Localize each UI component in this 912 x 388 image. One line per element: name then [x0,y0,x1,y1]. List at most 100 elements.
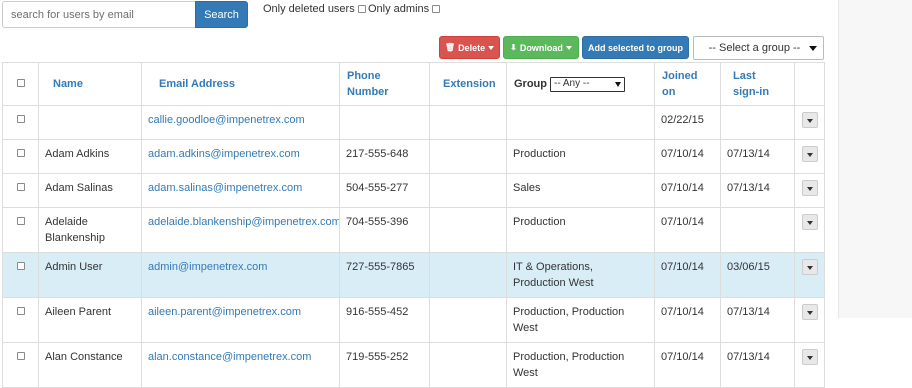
group-filter-select[interactable]: -- Any -- [550,76,625,92]
user-joined: 07/10/14 [654,297,721,343]
user-email-link[interactable]: alan.constance@impenetrex.com [148,351,311,363]
only-admins-checkbox[interactable] [432,5,441,13]
delete-label: Delete [458,42,486,53]
actions-column-header [794,62,825,106]
row-actions-button[interactable] [801,259,818,275]
user-last-sign-in: 03/06/15 [720,252,795,298]
joined-column-header[interactable]: Joined on [654,62,721,106]
user-group: IT & Operations, Production West [506,252,655,298]
table-row: Adelaide Blankenship adelaide.blankenshi… [2,207,825,253]
group-filter-value: -- Any -- [554,78,590,89]
user-name: Admin User [38,252,142,298]
user-name: Adam Adkins [38,139,142,174]
select-all-header [2,62,39,106]
user-last-sign-in: 07/13/14 [720,173,795,208]
user-last-sign-in: 07/13/14 [720,342,795,388]
user-email-link[interactable]: aileen.parent@impenetrex.com [148,306,301,318]
user-last-sign-in: 07/13/14 [720,297,795,343]
row-checkbox[interactable] [16,307,25,315]
user-phone: 217-555-648 [339,139,430,174]
user-phone: 504-555-277 [339,173,430,208]
row-actions-button[interactable] [801,180,818,196]
user-joined: 07/10/14 [654,252,721,298]
row-actions-button[interactable] [801,112,818,128]
download-label: Download [519,42,563,53]
only-deleted-label: Only deleted users [263,3,355,15]
user-email-link[interactable]: adam.adkins@impenetrex.com [148,148,300,160]
only-deleted-checkbox[interactable] [357,5,366,13]
row-actions-button[interactable] [801,349,818,365]
name-column-header[interactable]: Name [38,62,142,106]
user-group: Production, Production West [506,297,655,343]
group-column-label: Group [514,78,547,90]
user-last-sign-in [720,105,795,140]
user-extension [429,105,507,140]
table-row: callie.goodloe@impenetrex.com 02/22/15 [2,105,825,140]
user-phone [339,105,430,140]
email-column-header[interactable]: Email Address [141,62,340,106]
trash-icon: 🗑 [444,43,456,52]
user-group [506,105,655,140]
user-joined: 07/10/14 [654,207,721,253]
user-last-sign-in: 07/13/14 [720,139,795,174]
chevron-down-icon [565,45,572,50]
row-checkbox[interactable] [16,149,25,157]
select-all-checkbox[interactable] [16,79,25,87]
user-email-link[interactable]: adelaide.blankenship@impenetrex.com [148,216,339,228]
group-select-value: -- Select a group -- [708,42,801,54]
search-input[interactable] [2,1,196,28]
user-email-link[interactable]: callie.goodloe@impenetrex.com [148,114,305,126]
user-joined: 07/10/14 [654,139,721,174]
user-group: Production [506,207,655,253]
user-extension [429,139,507,174]
user-joined: 02/22/15 [654,105,721,140]
user-phone: 704-555-396 [339,207,430,253]
add-selected-to-group-button[interactable]: Add selected to group [582,36,689,59]
extension-column-header[interactable]: Extension [429,62,507,106]
download-button[interactable]: ⬇ Download [503,36,579,59]
user-email-link[interactable]: admin@impenetrex.com [148,261,267,273]
user-name: Adelaide Blankenship [38,207,142,253]
user-extension [429,342,507,388]
user-extension [429,207,507,253]
chevron-down-icon [488,45,495,50]
table-row: Adam Salinas adam.salinas@impenetrex.com… [2,173,825,208]
row-checkbox[interactable] [16,115,25,123]
user-group: Production [506,139,655,174]
group-select[interactable]: -- Select a group -- [693,36,824,60]
users-table: Name Email Address Phone Number Extensio… [2,62,825,388]
table-header-row: Name Email Address Phone Number Extensio… [2,62,825,106]
table-row: Admin User admin@impenetrex.com 727-555-… [2,252,825,298]
only-deleted-filter[interactable]: Only deleted users [263,3,366,15]
table-row: Adam Adkins adam.adkins@impenetrex.com 2… [2,139,825,174]
search-button[interactable]: Search [195,1,248,28]
phone-column-header[interactable]: Phone Number [339,62,430,106]
user-group: Sales [506,173,655,208]
row-checkbox[interactable] [16,352,25,360]
page-side-gutter [838,0,912,318]
row-actions-button[interactable] [801,146,818,162]
row-checkbox[interactable] [16,183,25,191]
user-joined: 07/10/14 [654,173,721,208]
group-column-header: Group -- Any -- [506,62,655,106]
user-group: Production, Production West [506,342,655,388]
user-joined: 07/10/14 [654,342,721,388]
chevron-down-icon [615,81,621,87]
user-phone: 916-555-452 [339,297,430,343]
user-email-link[interactable]: adam.salinas@impenetrex.com [148,182,302,194]
row-checkbox[interactable] [16,262,25,270]
only-admins-label: Only admins [368,3,430,15]
table-row: Aileen Parent aileen.parent@impenetrex.c… [2,297,825,343]
user-extension [429,252,507,298]
user-phone: 727-555-7865 [339,252,430,298]
delete-button[interactable]: 🗑 Delete [439,36,500,59]
user-name: Adam Salinas [38,173,142,208]
user-extension [429,297,507,343]
row-actions-button[interactable] [801,214,818,230]
user-name [38,105,142,140]
row-checkbox[interactable] [16,217,25,225]
user-last-sign-in [720,207,795,253]
only-admins-filter[interactable]: Only admins [368,3,441,15]
user-extension [429,173,507,208]
last-sign-in-column-header[interactable]: Last sign-in [720,62,795,106]
